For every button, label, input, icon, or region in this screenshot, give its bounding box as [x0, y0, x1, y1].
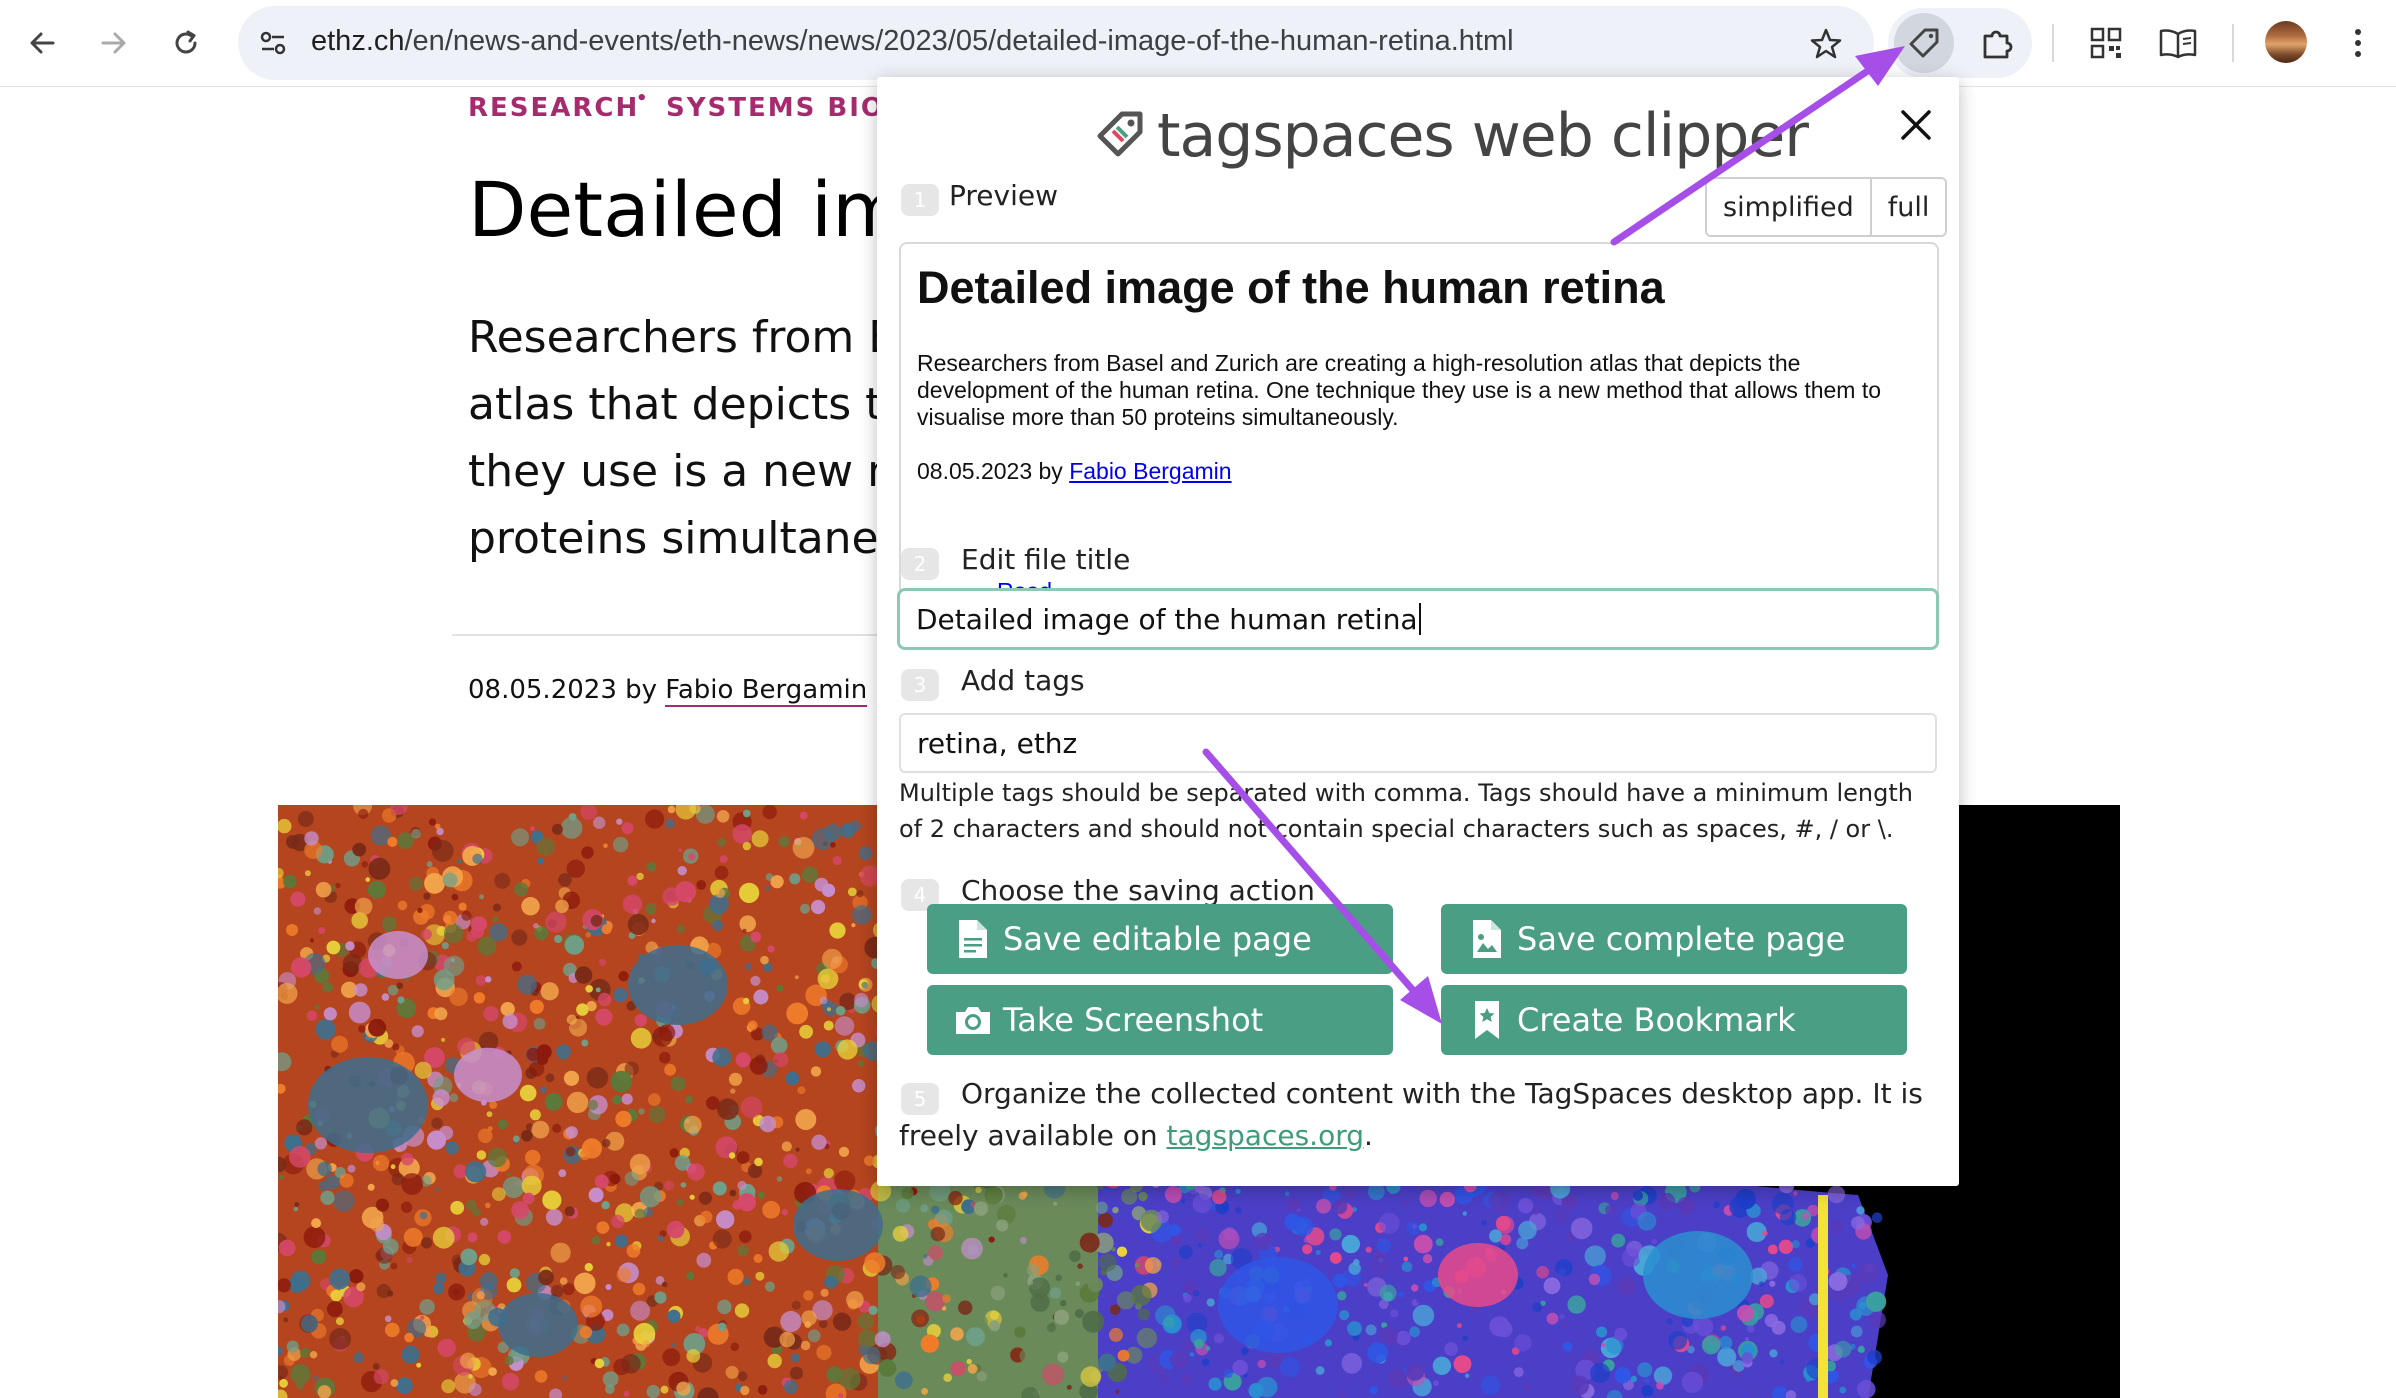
- bookmark-icon: [1467, 997, 1507, 1043]
- back-icon[interactable]: [18, 19, 66, 67]
- document-icon: [953, 916, 993, 962]
- article-kicker-research[interactable]: RESEARCH: [468, 93, 639, 123]
- preview-title: Detailed image of the human retina: [917, 262, 1665, 313]
- address-bar[interactable]: ethz.ch/en/news-and-events/eth-news/news…: [238, 6, 1874, 80]
- reading-mode-icon[interactable]: [2154, 19, 2202, 67]
- save-editable-page-label: Save editable page: [1003, 920, 1312, 958]
- close-icon[interactable]: [1889, 98, 1943, 152]
- profile-avatar[interactable]: [2265, 21, 2307, 63]
- more-menu-icon[interactable]: [2334, 19, 2382, 67]
- save-complete-page-button[interactable]: Save complete page: [1441, 904, 1907, 974]
- preview-date: 08.05.2023 by: [917, 458, 1070, 484]
- organize-end: .: [1364, 1119, 1373, 1152]
- step-preview-label: Preview: [949, 179, 1058, 212]
- forward-icon[interactable]: [90, 19, 138, 67]
- article-lead-line: Researchers from B: [468, 312, 899, 363]
- site-settings-icon[interactable]: [256, 26, 290, 60]
- save-complete-page-label: Save complete page: [1517, 920, 1846, 958]
- step-add-tags-label: Add tags: [961, 664, 1085, 697]
- create-bookmark-label: Create Bookmark: [1517, 1001, 1796, 1039]
- url-host: ethz.ch: [311, 25, 405, 57]
- take-screenshot-label: Take Screenshot: [1003, 1001, 1264, 1039]
- qr-code-icon[interactable]: [2082, 19, 2130, 67]
- tagspaces-extension-icon[interactable]: [1894, 13, 1954, 73]
- tags-help-text: Multiple tags should be separated with c…: [899, 779, 1913, 843]
- bookmark-star-icon[interactable]: [1808, 26, 1844, 62]
- step-number: 1: [901, 184, 939, 216]
- tagspaces-logo: tagspaces web clipper: [1095, 101, 1809, 171]
- preview-mode-toggle: simplified full: [1705, 177, 1948, 237]
- preview-body: Researchers from Basel and Zurich are cr…: [917, 350, 1882, 430]
- tag-logo-icon: [1095, 109, 1145, 163]
- web-clipper-popup: tagspaces web clipper 1 Preview simplifi…: [877, 77, 1959, 1186]
- file-title-value: Detailed image of the human retina: [916, 602, 1418, 636]
- article-lead-line: atlas that depicts th: [468, 379, 911, 430]
- step-number: 3: [901, 669, 939, 701]
- url-text[interactable]: ethz.ch/en/news-and-events/eth-news/news…: [311, 25, 1514, 58]
- take-screenshot-button[interactable]: Take Screenshot: [927, 985, 1393, 1055]
- article-author-link[interactable]: Fabio Bergamin: [665, 675, 868, 707]
- save-editable-page-button[interactable]: Save editable page: [927, 904, 1393, 974]
- tagspaces-org-link[interactable]: tagspaces.org: [1167, 1119, 1364, 1152]
- tags-value: retina, ethz: [917, 726, 1078, 760]
- article-byline: 08.05.2023 by Fabio Bergamin: [468, 675, 868, 707]
- camera-icon: [953, 997, 993, 1043]
- preview-byline: 08.05.2023 by Fabio Bergamin: [917, 458, 1232, 485]
- file-title-input[interactable]: Detailed image of the human retina: [897, 588, 1939, 650]
- toolbar-separator: [2052, 24, 2054, 62]
- url-path: /en/news-and-events/eth-news/news/2023/0…: [404, 25, 1514, 57]
- article-kicker-separator: •: [636, 88, 650, 109]
- document-image-icon: [1467, 916, 1507, 962]
- preview-author-link[interactable]: Fabio Bergamin: [1069, 458, 1231, 484]
- article-date: 08.05.2023 by: [468, 675, 666, 705]
- organize-description: Organize the collected content with the …: [899, 1077, 1923, 1152]
- mode-full-button[interactable]: full: [1869, 179, 1946, 235]
- step-saving-action-label: Choose the saving action: [961, 874, 1315, 907]
- step-edit-title-label: Edit file title: [961, 543, 1131, 576]
- article-divider: [452, 634, 892, 636]
- create-bookmark-button[interactable]: Create Bookmark: [1441, 985, 1907, 1055]
- logo-text: tagspaces web clipper: [1157, 101, 1809, 171]
- step-number: 2: [901, 548, 939, 580]
- organize-text: Organize the collected content with the …: [899, 1073, 1949, 1157]
- toolbar-separator: [2232, 24, 2234, 62]
- tags-input[interactable]: retina, ethz: [899, 713, 1937, 773]
- text-caret: [1418, 603, 1421, 635]
- extensions-puzzle-icon[interactable]: [1974, 19, 2022, 67]
- reload-icon[interactable]: [162, 19, 210, 67]
- mode-simplified-button[interactable]: simplified: [1707, 179, 1870, 235]
- article-lead-line: they use is a new m: [468, 446, 910, 497]
- article-lead-line: proteins simultaneo: [468, 513, 906, 564]
- browser-toolbar: ethz.ch/en/news-and-events/eth-news/news…: [0, 0, 2396, 87]
